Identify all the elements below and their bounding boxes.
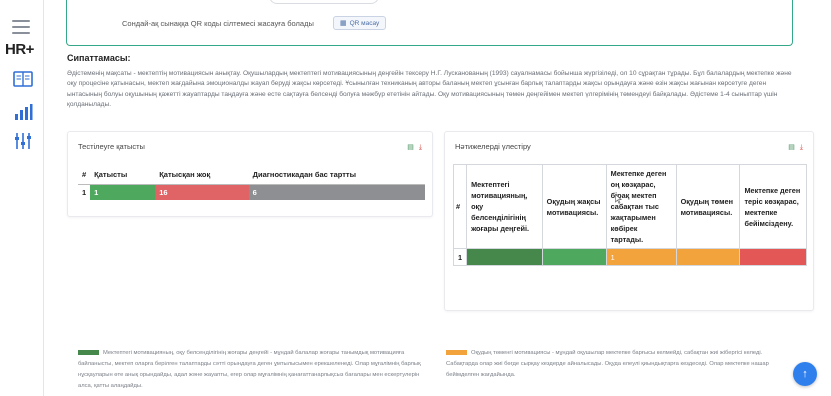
legend-swatch	[78, 349, 99, 355]
table-row: 1 1	[452, 248, 807, 266]
legend-item-high-motivation: Мектептегі мотивацияның, оқу белсенділіг…	[78, 348, 426, 392]
table-header: Мектепке деген оң көзқарас, бірақ мектеп…	[605, 164, 677, 249]
main-content: Сондай-ақ сынаққа QR коды сілтемесі жаса…	[44, 0, 831, 396]
table-header: Қатысты	[90, 165, 156, 185]
legend-item-low-motivation: Оқудың төменгі мотивациясы - мұндай оқуш…	[446, 348, 794, 381]
good-motivation-cell	[541, 248, 607, 266]
table-header: #	[78, 165, 91, 185]
legend-text: Мектептегі мотивацияның, оқу белсенділіг…	[78, 350, 421, 389]
pdf-export-icon[interactable]: ⤓	[419, 144, 422, 151]
table-header: Оқудың төмен мотивациясы.	[675, 164, 741, 249]
participated-cell: 1	[90, 184, 156, 200]
table-header: #	[452, 164, 468, 249]
distribution-title: Нәтижелерді үлестіру	[455, 142, 531, 151]
bar-chart-icon[interactable]	[12, 101, 34, 123]
pdf-export-icon[interactable]: ⤓	[800, 144, 803, 151]
table-header: Мектепке деген теріс көзқарас, мектепке …	[739, 164, 807, 249]
legend-text: Оқудың төменгі мотивациясы - мұндай оқуш…	[446, 350, 769, 378]
distribution-table: # Мектептегі мотивацияның, оқу белсенділ…	[452, 164, 807, 266]
mouse-cursor-icon	[615, 194, 622, 204]
participation-panel: Тестілеуге қатысты ▤ ⤓ # Қатысты Қатысқа…	[67, 131, 433, 217]
legend-area: Мектептегі мотивацияның, оқу белсенділіг…	[66, 330, 814, 396]
menu-icon[interactable]	[12, 20, 30, 34]
negative-attitude-cell	[739, 248, 807, 266]
row-index: 1	[82, 188, 87, 197]
excel-export-icon[interactable]: ▤	[788, 144, 795, 151]
table-header: Оқудың жақсы мотивациясы.	[541, 164, 607, 249]
qr-card: Сондай-ақ сынаққа QR коды сілтемесі жаса…	[66, 0, 793, 46]
distribution-export-tools: ▤ ⤓	[788, 144, 803, 151]
distribution-panel: Нәтижелерді үлестіру ▤ ⤓ # Мектептегі мо…	[444, 131, 814, 311]
table-header: Диагностикадан бас тартты	[248, 165, 425, 185]
app-logo[interactable]: HR+	[5, 41, 34, 58]
description-title: Сипаттамасы:	[67, 53, 131, 63]
not-participated-cell: 16	[155, 184, 249, 200]
qr-code-icon: ▦	[340, 20, 347, 27]
qr-card-top-tab	[269, 0, 379, 4]
arrow-up-icon: ↑	[802, 368, 808, 380]
description-text: Әдістеменің мақсаты - мектептің мотиваци…	[67, 70, 792, 108]
positive-attitude-cell: 1	[605, 248, 677, 266]
table-header: Қатысқан жоқ	[155, 165, 249, 185]
high-motivation-cell	[466, 248, 543, 266]
participation-table: # Қатысты Қатысқан жоқ Диагностикадан ба…	[78, 165, 425, 200]
book-icon[interactable]	[12, 68, 34, 90]
participation-export-tools: ▤ ⤓	[407, 144, 422, 151]
qr-hint-text: Сондай-ақ сынаққа QR коды сілтемесі жаса…	[122, 19, 314, 28]
legend-swatch	[446, 349, 467, 355]
row-index: 1	[452, 248, 468, 266]
excel-export-icon[interactable]: ▤	[407, 144, 414, 151]
table-header: Мектептегі мотивацияның, оқу белсенділіг…	[466, 164, 543, 249]
scroll-to-top-button[interactable]: ↑	[793, 362, 817, 386]
sidebar: HR+	[0, 0, 44, 396]
refused-cell: 6	[248, 184, 425, 200]
low-motivation-cell	[675, 248, 741, 266]
qr-button-label: QR масау	[349, 19, 380, 27]
sliders-icon[interactable]	[12, 130, 34, 152]
participation-title: Тестілеуге қатысты	[78, 142, 145, 151]
qr-button[interactable]: ▦ QR масау	[333, 16, 387, 30]
table-row: 1 1 16 6	[78, 184, 425, 200]
